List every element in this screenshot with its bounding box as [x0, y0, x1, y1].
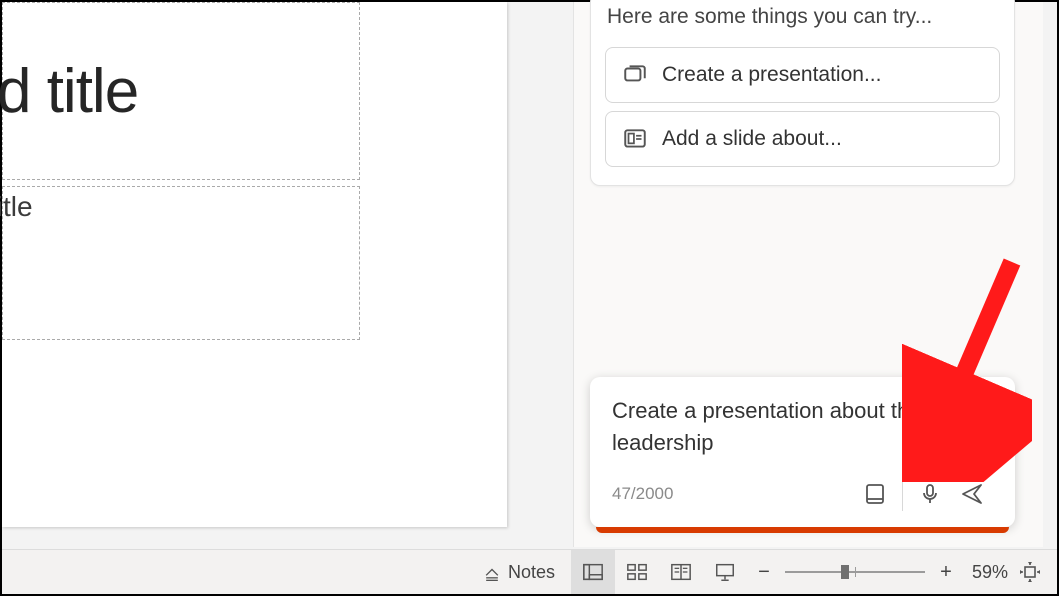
- slide-layout-icon: [622, 126, 648, 152]
- char-counter: 47/2000: [612, 484, 854, 504]
- slideshow-icon: [714, 562, 736, 582]
- book-icon: [863, 482, 887, 506]
- reading-view-button[interactable]: [659, 550, 703, 594]
- copilot-header: Here are some things you can try...: [605, 1, 1000, 39]
- notes-button[interactable]: Notes: [466, 550, 571, 594]
- zoom-level[interactable]: 59%: [967, 562, 1013, 583]
- accent-bar: [596, 527, 1009, 533]
- zoom-in-button[interactable]: +: [935, 561, 957, 583]
- microphone-icon: [918, 482, 942, 506]
- copilot-suggestions-card: Here are some things you can try... Crea…: [590, 0, 1015, 186]
- subtitle-text: title: [0, 187, 359, 223]
- slide-sorter-button[interactable]: [615, 550, 659, 594]
- fit-to-window-button[interactable]: [1013, 550, 1047, 594]
- send-button[interactable]: [951, 473, 993, 515]
- slideshow-button[interactable]: [703, 550, 747, 594]
- slide-canvas[interactable]: d title title: [2, 2, 507, 527]
- divider: [902, 477, 903, 511]
- suggestion-add-slide[interactable]: Add a slide about...: [605, 111, 1000, 167]
- suggestion-label: Create a presentation...: [662, 63, 881, 87]
- reading-icon: [670, 562, 692, 582]
- fit-icon: [1018, 560, 1042, 584]
- copilot-pane: Here are some things you can try... Crea…: [573, 2, 1043, 547]
- copilot-prompt-box: Create a presentation about thought lead…: [590, 377, 1015, 527]
- suggestion-create-presentation[interactable]: Create a presentation...: [605, 47, 1000, 103]
- notes-label: Notes: [508, 562, 555, 583]
- slides-stack-icon: [622, 62, 648, 88]
- send-icon: [960, 482, 984, 506]
- suggestion-label: Add a slide about...: [662, 127, 842, 151]
- voice-input-button[interactable]: [909, 473, 951, 515]
- title-text: d title: [0, 56, 138, 127]
- grid-icon: [626, 562, 648, 582]
- zoom-out-button[interactable]: −: [753, 561, 775, 583]
- notes-icon: [482, 562, 502, 582]
- status-bar: Notes: [2, 549, 1057, 594]
- slide-editor: d title title: [2, 2, 542, 549]
- title-placeholder[interactable]: d title: [2, 2, 360, 180]
- normal-view-button[interactable]: [571, 550, 615, 594]
- subtitle-placeholder[interactable]: title: [2, 186, 360, 340]
- zoom-control: − + 59%: [753, 561, 1013, 583]
- normal-view-icon: [582, 562, 604, 582]
- copilot-prompt-input[interactable]: Create a presentation about thought lead…: [612, 395, 993, 459]
- prompt-guide-button[interactable]: [854, 473, 896, 515]
- zoom-slider[interactable]: [785, 562, 925, 582]
